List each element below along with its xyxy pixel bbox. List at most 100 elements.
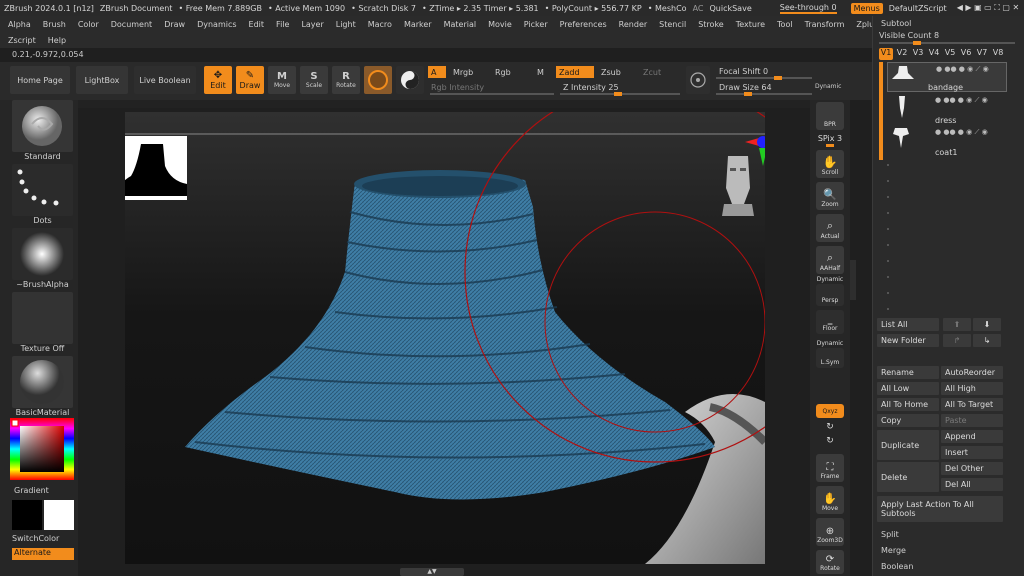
secondary-color-swatch[interactable] — [44, 500, 74, 530]
version-v7-button[interactable]: V7 — [975, 48, 989, 60]
frame-button[interactable]: ⛶ Frame — [816, 454, 844, 482]
zadd-toggle[interactable]: Zadd — [556, 66, 594, 78]
lazy-mouse-button[interactable] — [686, 66, 710, 94]
switch-color-button[interactable]: SwitchColor — [12, 534, 59, 543]
menu-macro[interactable]: Macro — [368, 20, 392, 29]
arrow-down-right-button[interactable]: ↳ — [973, 334, 1001, 347]
del-all-button[interactable]: Del All — [941, 478, 1003, 491]
lsym-button[interactable]: L.Sym — [816, 348, 844, 368]
zoom-button[interactable]: 🔍 Zoom — [816, 182, 844, 210]
move-down-button[interactable]: ⬇ — [973, 318, 1001, 331]
menu-file[interactable]: File — [276, 20, 289, 29]
auto-reorder-button[interactable]: AutoReorder — [941, 366, 1003, 379]
rename-button[interactable]: Rename — [877, 366, 939, 379]
menu-dynamics[interactable]: Dynamics — [197, 20, 236, 29]
rgb-toggle[interactable]: Rgb — [492, 66, 528, 78]
move-button[interactable]: M Move — [268, 66, 296, 94]
merge-section[interactable]: Merge — [881, 546, 906, 555]
menu-stencil[interactable]: Stencil — [659, 20, 686, 29]
apply-last-action-button[interactable]: Apply Last Action To All Subtools — [877, 496, 1003, 522]
menu-stroke[interactable]: Stroke — [698, 20, 724, 29]
append-button[interactable]: Append — [941, 430, 1003, 443]
copy-button[interactable]: Copy — [877, 414, 939, 427]
split-section[interactable]: Split — [881, 530, 899, 539]
insert-button[interactable]: Insert — [941, 446, 1003, 459]
brush-standard-tile[interactable] — [12, 100, 73, 152]
menu-edit[interactable]: Edit — [249, 20, 265, 29]
aahalf-button[interactable]: ⌕ AAHalf — [816, 246, 844, 274]
zcut-toggle[interactable]: Zcut — [640, 66, 676, 78]
lightbox-button[interactable]: LightBox — [76, 66, 128, 94]
menu-movie[interactable]: Movie — [488, 20, 512, 29]
menu-zscript[interactable]: Zscript — [8, 36, 36, 45]
delete-button[interactable]: Delete — [877, 462, 939, 492]
arrow-up-right-button[interactable]: ↱ — [943, 334, 971, 347]
menu-picker[interactable]: Picker — [524, 20, 548, 29]
stroke-dots-tile[interactable] — [12, 164, 73, 216]
boolean-section[interactable]: Boolean — [881, 562, 913, 571]
alpha-tile[interactable] — [12, 228, 73, 280]
axis-gizmo[interactable] — [745, 126, 765, 174]
menu-layer[interactable]: Layer — [301, 20, 323, 29]
paste-button[interactable]: Paste — [941, 414, 1003, 427]
color-picker[interactable] — [10, 418, 74, 480]
version-v2-button[interactable]: V2 — [895, 48, 909, 60]
menu-document[interactable]: Document — [111, 20, 152, 29]
floor-button[interactable]: ▁ Floor — [816, 310, 844, 334]
a-toggle[interactable]: A — [428, 66, 446, 78]
all-to-home-button[interactable]: All To Home — [877, 398, 939, 411]
subtool-toggles-icon[interactable]: ● ●● ● ◉ ⟋ ◉ — [936, 65, 989, 74]
all-to-target-button[interactable]: All To Target — [941, 398, 1003, 411]
all-low-button[interactable]: All Low — [877, 382, 939, 395]
menu-light[interactable]: Light — [336, 20, 356, 29]
home-page-button[interactable]: Home Page — [10, 66, 70, 94]
menu-draw[interactable]: Draw — [164, 20, 185, 29]
main-color-swatch[interactable] — [12, 500, 42, 530]
move-view-button[interactable]: ✋ Move — [816, 486, 844, 514]
draw-size-slider[interactable]: Draw Size 64 — [716, 81, 796, 93]
scale-button[interactable]: S Scale — [300, 66, 328, 94]
subtool-list-scroll[interactable] — [879, 62, 883, 160]
spix-slider[interactable]: SPix 3 — [812, 134, 848, 143]
edit-button[interactable]: ✥ Edit — [204, 66, 232, 94]
menu-material[interactable]: Material — [444, 20, 477, 29]
menu-alpha[interactable]: Alpha — [8, 20, 31, 29]
bpr-button[interactable]: BPR — [816, 102, 844, 130]
new-folder-button[interactable]: New Folder — [877, 334, 939, 347]
scroll-button[interactable]: ✋ Scroll — [816, 150, 844, 178]
bottom-tray-handle[interactable]: ▲▼ — [400, 568, 464, 576]
z-intensity-knob[interactable] — [614, 92, 622, 96]
version-v5-button[interactable]: V5 — [943, 48, 957, 60]
mrgb-toggle[interactable]: Mrgb — [450, 66, 490, 78]
rotate-y-icon[interactable]: ↻ — [812, 422, 848, 432]
persp-button[interactable]: Persp — [816, 284, 844, 306]
default-zscript-button[interactable]: DefaultZScript — [889, 4, 947, 13]
subtool-toggles-icon[interactable]: ● ●● ● ◉ ⟋ ◉ — [935, 96, 988, 105]
menu-transform[interactable]: Transform — [805, 20, 845, 29]
version-v4-button[interactable]: V4 — [927, 48, 941, 60]
right-tray-handle[interactable] — [850, 260, 856, 300]
version-v3-button[interactable]: V3 — [911, 48, 925, 60]
zsub-toggle[interactable]: Zsub — [598, 66, 634, 78]
list-all-button[interactable]: List All — [877, 318, 939, 331]
menu-brush[interactable]: Brush — [43, 20, 66, 29]
draw-size-knob[interactable] — [744, 92, 752, 96]
version-v6-button[interactable]: V6 — [959, 48, 973, 60]
alternate-button[interactable]: Alternate — [12, 548, 74, 560]
all-high-button[interactable]: All High — [941, 382, 1003, 395]
subtool-item-dress[interactable]: dress ● ●● ● ◉ ⟋ ◉ — [887, 94, 1007, 125]
subtool-item-bandage[interactable]: bandage ● ●● ● ◉ ⟋ ◉ — [887, 62, 1007, 92]
subtool-title[interactable]: Subtool — [881, 19, 911, 28]
move-up-button[interactable]: ⬆ — [943, 318, 971, 331]
menu-marker[interactable]: Marker — [404, 20, 432, 29]
rgb-intensity-slider[interactable]: Rgb Intensity — [428, 81, 554, 93]
shelf-scroll-bar[interactable] — [78, 100, 810, 108]
del-other-button[interactable]: Del Other — [941, 462, 1003, 475]
rotate-button[interactable]: R Rotate — [332, 66, 360, 94]
quicksave-button[interactable]: QuickSave — [709, 4, 751, 13]
version-v8-button[interactable]: V8 — [991, 48, 1005, 60]
material-swatch-button[interactable] — [364, 66, 392, 94]
subtool-item-coat1[interactable]: coat1 ● ●● ● ◉ ⟋ ◉ — [887, 126, 1007, 157]
rotate-z-icon[interactable]: ↻ — [812, 436, 848, 446]
subtool-toggles-icon[interactable]: ● ●● ● ◉ ⟋ ◉ — [935, 128, 988, 137]
